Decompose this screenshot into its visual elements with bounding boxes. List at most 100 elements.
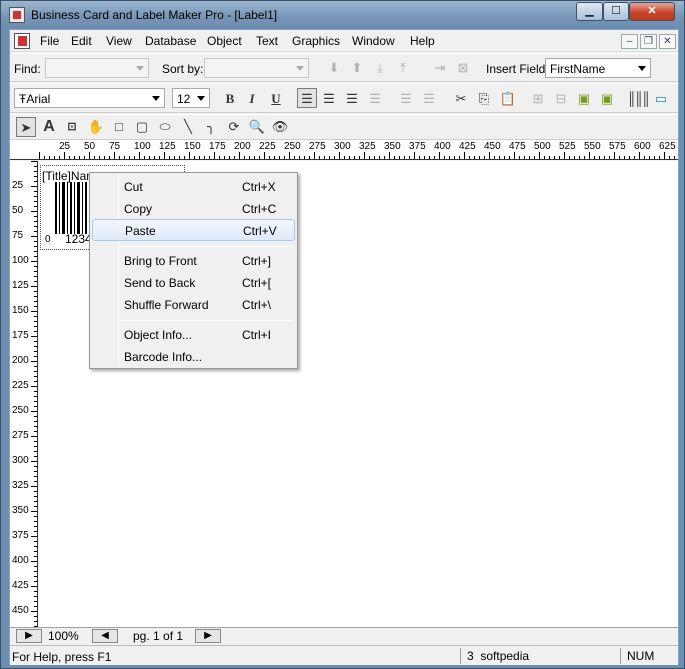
ruler-tick (294, 156, 295, 159)
ruler-tick-label: 375 (12, 530, 29, 541)
menu-item-copy[interactable]: Copy Ctrl+C (92, 198, 295, 220)
arc-tool-icon[interactable]: ╮ (201, 117, 221, 137)
bring-front-icon[interactable]: ▣ (574, 89, 594, 109)
text-tool-icon[interactable]: A (39, 117, 59, 137)
zoom-level[interactable]: 100% (48, 629, 79, 643)
menu-window[interactable]: Window (352, 34, 395, 48)
ruler-tick (589, 152, 590, 159)
maximize-button[interactable]: ☐ (603, 2, 629, 21)
ruler-tick (479, 156, 480, 159)
barcode-text: 1234 (65, 232, 92, 246)
rectangle-tool-icon[interactable]: □ (109, 117, 129, 137)
zoom-tool-icon[interactable]: 🔍 (247, 117, 267, 137)
ruler-tick (634, 156, 635, 159)
find-input[interactable] (45, 58, 149, 78)
ruler-tick (144, 156, 145, 159)
rotate-tool-icon[interactable]: ⟳ (224, 117, 244, 137)
ruler-tick (114, 152, 115, 159)
pointer-tool-icon[interactable]: ➤ (16, 117, 36, 137)
ruler-tick-label: 375 (409, 141, 426, 152)
arrow-down-icon[interactable]: ⬇ (324, 58, 344, 78)
menu-item-paste[interactable]: Paste Ctrl+V (92, 219, 295, 241)
ruler-tick (34, 506, 37, 507)
ruler-tick (154, 156, 155, 159)
line-tool-icon[interactable]: ╲ (178, 117, 198, 137)
ruler-tick-label: 225 (259, 141, 276, 152)
play-button[interactable]: ▶ (16, 629, 42, 643)
minimize-button[interactable]: ▁ (576, 2, 603, 21)
mdi-minimize-button[interactable]: – (621, 34, 638, 49)
menu-edit[interactable]: Edit (71, 34, 92, 48)
ruler-tick-label: 475 (509, 141, 526, 152)
cut-icon[interactable]: ✂ (451, 89, 471, 109)
ruler-tick (489, 152, 490, 159)
arrow-up-icon[interactable]: ⬆ (347, 58, 367, 78)
menu-help[interactable]: Help (410, 34, 435, 48)
menu-item-shuffle-forward[interactable]: Shuffle Forward Ctrl+\ (92, 294, 295, 316)
ellipse-tool-icon[interactable]: ⬭ (155, 117, 175, 137)
next-page-button[interactable]: ▶ (195, 629, 221, 643)
underline-button[interactable]: U (266, 89, 286, 109)
valign-top-icon[interactable]: ☰ (396, 89, 416, 109)
menu-object[interactable]: Object (207, 34, 242, 48)
ruler-tick (414, 152, 415, 159)
ruler-tick (259, 156, 260, 159)
paste-icon[interactable]: 📋 (498, 89, 518, 109)
hand-tool-icon[interactable]: ✋ (86, 117, 106, 137)
valign-middle-icon[interactable]: ☰ (419, 89, 439, 109)
ruler-tick (34, 581, 37, 582)
rounded-rect-tool-icon[interactable]: ▢ (132, 117, 152, 137)
align-left-icon[interactable]: ☰ (297, 88, 317, 108)
preview-eye-icon[interactable]: 👁 (270, 117, 290, 137)
italic-button[interactable]: I (242, 89, 262, 109)
align-justify-icon[interactable]: ☰ (365, 89, 385, 109)
align-right-icon[interactable]: ☰ (342, 89, 362, 109)
record-insert-icon[interactable]: ⇥ (430, 58, 450, 78)
arrow-down-end-icon[interactable]: ⤓ (370, 58, 390, 78)
menu-item-send-to-back[interactable]: Send to Back Ctrl+[ (92, 272, 295, 294)
ruler-tick (474, 156, 475, 159)
sortby-select[interactable] (204, 58, 309, 78)
ruler-tick (514, 152, 515, 159)
send-back-icon[interactable]: ▣ (597, 89, 617, 109)
menu-item-cut[interactable]: Cut Ctrl+X (92, 176, 295, 198)
bold-button[interactable]: B (220, 89, 240, 109)
textbox-tool-icon[interactable]: ⊡ (62, 117, 82, 137)
font-size-select[interactable]: 12 (172, 88, 210, 108)
record-delete-icon[interactable]: ⊠ (453, 58, 473, 78)
ruler-tick (189, 152, 190, 159)
ruler-tick (39, 152, 40, 159)
menu-item-bring-to-front[interactable]: Bring to Front Ctrl+] (92, 250, 295, 272)
copy-icon[interactable]: ⎘ (474, 89, 494, 109)
font-select[interactable]: ŦArial (14, 88, 165, 108)
card-icon[interactable]: ▭ (651, 89, 671, 109)
ruler-tick (34, 431, 37, 432)
close-button[interactable]: ✕ (629, 2, 675, 21)
menu-graphics[interactable]: Graphics (292, 34, 340, 48)
ungroup-icon[interactable]: ⊟ (551, 89, 571, 109)
document-icon[interactable] (14, 33, 30, 49)
prev-page-button[interactable]: ◀ (92, 629, 118, 643)
menu-database[interactable]: Database (145, 34, 196, 48)
menu-view[interactable]: View (106, 34, 132, 48)
ruler-tick (569, 156, 570, 159)
align-center-icon[interactable]: ☰ (319, 89, 339, 109)
ruler-tick-label: 175 (12, 330, 29, 341)
group-icon[interactable]: ⊞ (528, 89, 548, 109)
menu-file[interactable]: File (40, 34, 59, 48)
arrow-up-end-icon[interactable]: ⤒ (393, 58, 413, 78)
ruler-tick-label: 225 (12, 380, 29, 391)
ruler-tick-label: 400 (434, 141, 451, 152)
ruler-tick (34, 591, 37, 592)
mdi-restore-button[interactable]: ❐ (640, 34, 657, 49)
ruler-tick (224, 156, 225, 159)
ruler-tick (184, 156, 185, 159)
insert-field-select[interactable]: FirstName (545, 58, 651, 78)
ruler-tick (124, 156, 125, 159)
menu-text[interactable]: Text (256, 34, 278, 48)
mdi-close-button[interactable]: ✕ (659, 34, 676, 49)
menu-item-barcode-info[interactable]: Barcode Info... (92, 346, 295, 368)
barcode-icon[interactable]: ║║║ (627, 89, 651, 109)
ruler-tick (409, 156, 410, 159)
menu-item-object-info[interactable]: Object Info... Ctrl+I (92, 324, 295, 346)
